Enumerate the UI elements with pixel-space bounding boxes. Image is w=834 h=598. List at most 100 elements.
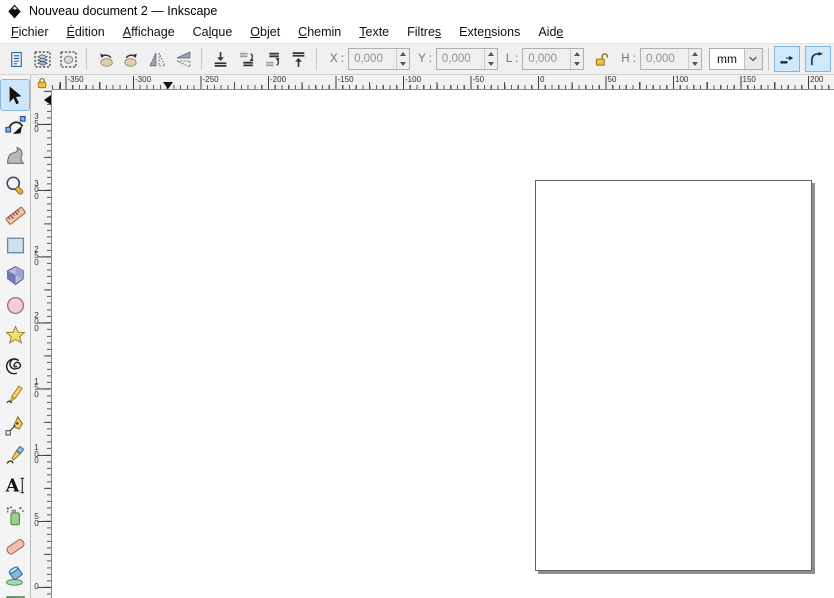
horizontal-ruler[interactable]: -350 -300 -250 -200 -150 -100 -50 0 50 100 150 200 xyxy=(52,75,834,90)
spray-tool[interactable] xyxy=(1,500,29,530)
eraser-tool[interactable] xyxy=(1,530,29,560)
scale-rounded-corners-toggle[interactable] xyxy=(804,46,831,72)
rotate-ccw-icon xyxy=(97,51,114,68)
menu-item-texte[interactable]: Texte xyxy=(350,22,398,43)
y-spinner[interactable] xyxy=(483,49,497,69)
text-tool[interactable]: A xyxy=(1,470,29,500)
spinner-up-icon[interactable] xyxy=(485,49,497,59)
lower-to-bottom-icon xyxy=(212,51,229,68)
menu-item-affichage[interactable]: Affichage xyxy=(114,22,184,43)
w-spinner[interactable] xyxy=(570,49,583,69)
w-field-label: L : xyxy=(505,53,519,65)
w-field-group: L : xyxy=(505,48,585,70)
raise-one-step-button[interactable] xyxy=(259,46,285,72)
inkscape-window: Nouveau document 2 — Inkscape Fichier Édi… xyxy=(0,0,834,598)
h-input[interactable] xyxy=(640,49,688,69)
ellipse-tool[interactable] xyxy=(1,290,29,320)
vertical-ruler[interactable]: 350 300 250 200 150 100 50 0 xyxy=(31,90,52,598)
lower-one-step-button[interactable] xyxy=(233,46,259,72)
box-3d-tool[interactable] xyxy=(1,260,29,290)
scale-stroke-width-toggle[interactable] xyxy=(773,46,800,72)
h-spinner[interactable] xyxy=(687,49,701,69)
y-field[interactable] xyxy=(435,48,498,70)
y-input[interactable] xyxy=(436,49,484,69)
rotate-cw-icon xyxy=(123,51,140,68)
zoom-icon xyxy=(5,175,26,196)
v-ruler-label: 100 xyxy=(34,443,39,466)
raise-to-top-button[interactable] xyxy=(285,46,311,72)
spinner-up-icon[interactable] xyxy=(397,49,409,59)
zoom-tool[interactable] xyxy=(1,170,29,200)
menu-item-filtres[interactable]: Filtres xyxy=(398,22,450,43)
menu-item-édition[interactable]: Édition xyxy=(58,22,114,43)
menu-item-chemin[interactable]: Chemin xyxy=(289,22,350,43)
node-editor-tool[interactable] xyxy=(1,110,29,140)
h-ruler-label: -300 xyxy=(135,75,152,84)
ellipse-icon xyxy=(5,295,26,316)
canvas-area: -350 -300 -250 -200 -150 -100 -50 0 50 100 150 200 … xyxy=(31,75,834,598)
select-all-layers-button[interactable] xyxy=(29,46,55,72)
star-tool[interactable] xyxy=(1,320,29,350)
pencil-icon xyxy=(5,384,26,406)
toolbox: A xyxy=(0,75,31,598)
spiral-tool[interactable] xyxy=(1,350,29,380)
menu-item-calque[interactable]: Calque xyxy=(184,22,242,43)
chevron-down-icon xyxy=(747,53,759,65)
flip-horizontal-button[interactable] xyxy=(144,46,170,72)
bezier-pen-tool[interactable] xyxy=(1,410,29,440)
spinner-up-icon[interactable] xyxy=(689,49,701,59)
menu-item-objet[interactable]: Objet xyxy=(241,22,289,43)
deselect-button[interactable] xyxy=(55,46,81,72)
main-area: A -350 -300 -250 -200 -150 -100 -50 0 50 100 150 20… xyxy=(0,75,834,598)
spinner-up-icon[interactable] xyxy=(571,49,583,59)
select-all-button[interactable] xyxy=(3,46,29,72)
pencil-tool[interactable] xyxy=(1,380,29,410)
h-ruler-label: -250 xyxy=(202,75,219,84)
measure-tool[interactable] xyxy=(1,200,29,230)
calligraphy-tool[interactable] xyxy=(1,440,29,470)
menu-item-aide[interactable]: Aide xyxy=(529,22,572,43)
x-field[interactable] xyxy=(348,48,411,70)
document-page[interactable] xyxy=(535,180,812,571)
toolbar-separator xyxy=(316,48,317,70)
h-ruler-label: -350 xyxy=(67,75,84,84)
x-input[interactable] xyxy=(349,49,397,69)
gradient-tool[interactable] xyxy=(1,590,29,598)
scale-rounded-corners-icon xyxy=(810,51,825,67)
spinner-down-icon[interactable] xyxy=(397,59,409,69)
selection-geometry-fields: X : Y : L : H : mm xyxy=(322,48,763,70)
rectangle-tool[interactable] xyxy=(1,230,29,260)
spinner-down-icon[interactable] xyxy=(689,59,701,69)
lower-to-bottom-button[interactable] xyxy=(207,46,233,72)
v-ruler-label: 300 xyxy=(34,178,39,201)
unit-select[interactable]: mm xyxy=(708,48,763,70)
svg-text:A: A xyxy=(5,475,20,496)
menu-item-extensions[interactable]: Extensions xyxy=(450,22,529,43)
w-field[interactable] xyxy=(522,48,585,70)
spinner-down-icon[interactable] xyxy=(485,59,497,69)
spray-icon xyxy=(5,505,26,526)
rotate-ccw-button[interactable] xyxy=(92,46,118,72)
spiral-icon xyxy=(5,355,26,376)
lock-guides-toggle[interactable] xyxy=(31,75,52,90)
w-input[interactable] xyxy=(523,49,571,69)
flip-vertical-button[interactable] xyxy=(170,46,196,72)
rotate-cw-button[interactable] xyxy=(118,46,144,72)
paint-bucket-tool[interactable] xyxy=(1,560,29,590)
ruler-position-marker xyxy=(163,82,173,89)
unit-dropdown-button[interactable] xyxy=(743,49,762,69)
tweak-tool[interactable] xyxy=(1,140,29,170)
star-icon xyxy=(4,324,26,346)
x-spinner[interactable] xyxy=(396,49,409,69)
flip-vertical-icon xyxy=(175,50,192,68)
h-field[interactable] xyxy=(639,48,702,70)
tweak-icon xyxy=(5,145,26,166)
lock-width-height-toggle[interactable] xyxy=(592,50,610,68)
spinner-down-icon[interactable] xyxy=(571,59,583,69)
h-ruler-label: 100 xyxy=(675,75,689,84)
menu-item-fichier[interactable]: Fichier xyxy=(2,22,58,43)
unlock-icon xyxy=(594,52,609,67)
drawing-canvas[interactable] xyxy=(52,90,834,598)
selector-tool[interactable] xyxy=(0,79,30,111)
toolbar-toggles xyxy=(773,46,834,72)
